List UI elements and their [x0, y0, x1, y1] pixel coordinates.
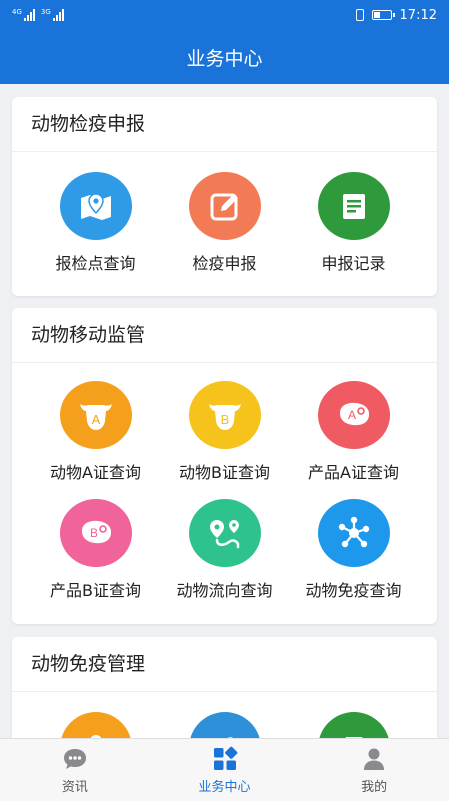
vibrate-icon [355, 9, 364, 21]
svg-text:A: A [91, 412, 100, 427]
edit-icon [188, 172, 261, 240]
section-title: 动物移动监管 [12, 308, 437, 363]
tile-label: 产品A证查询 [308, 463, 399, 482]
tile-declaration-records[interactable]: 申报记录 [283, 156, 424, 274]
tile-label: 动物B证查询 [179, 463, 270, 482]
signal-3g-icon: 3G [41, 9, 64, 21]
tab-label: 业务中心 [198, 780, 251, 795]
user-icon [364, 748, 385, 770]
cow-a-icon: A [59, 381, 132, 449]
tile-product-cert-a-query[interactable]: A 产品A证查询 [283, 365, 424, 483]
tab-label: 资讯 [61, 780, 88, 795]
tile-immunity-item-1[interactable] [25, 696, 166, 738]
battery-icon [371, 10, 395, 20]
molecule-icon [317, 499, 390, 567]
tile-label: 动物A证查询 [50, 463, 141, 482]
content-area[interactable]: 动物检疫申报 报检点查询 检疫申报 申报记录 动物移动监管 A 动物A证查询 B… [0, 84, 449, 738]
meat-b-icon: B [59, 499, 132, 567]
tile-animal-flow-query[interactable]: 动物流向查询 [154, 483, 295, 601]
signal-indicators: 4G 3G [12, 9, 64, 21]
svg-text:A: A [347, 408, 355, 422]
section-title: 动物检疫申报 [12, 97, 437, 152]
tile-label: 动物免疫查询 [305, 581, 402, 600]
tile-label: 动物流向查询 [176, 581, 273, 600]
title-bar: 业务中心 [0, 30, 449, 84]
tile-quarantine-declare[interactable]: 检疫申报 [154, 156, 295, 274]
map-pin-icon [59, 172, 132, 240]
partial-icon-green [317, 712, 390, 738]
tab-news[interactable]: 资讯 [0, 739, 150, 801]
tile-label: 产品B证查询 [50, 581, 141, 600]
tile-label: 检疫申报 [192, 254, 257, 273]
grid-apps-icon [213, 746, 237, 770]
document-icon [317, 172, 390, 240]
tab-mine[interactable]: 我的 [299, 739, 449, 801]
cow-b-icon: B [188, 381, 261, 449]
meat-a-icon: A [317, 381, 390, 449]
tile-immunity-item-2[interactable] [154, 696, 295, 738]
tile-label: 报检点查询 [55, 254, 136, 273]
section-quarantine-declaration: 动物检疫申报 报检点查询 检疫申报 申报记录 [12, 97, 437, 296]
status-bar: 4G 3G 17:12 [0, 0, 449, 30]
section-animal-immunity-management: 动物免疫管理 [12, 637, 437, 738]
partial-icon-orange [59, 712, 132, 738]
signal-4g-icon: 4G [12, 9, 35, 21]
tab-business-center[interactable]: 业务中心 [150, 739, 300, 801]
tile-animal-cert-a-query[interactable]: A 动物A证查询 [25, 365, 166, 483]
section-animal-movement-supervision: 动物移动监管 A 动物A证查询 B 动物B证查询 A 产品A证查询 B 产品B证… [12, 308, 437, 624]
tile-animal-immunity-query[interactable]: 动物免疫查询 [283, 483, 424, 601]
tile-inspection-point-query[interactable]: 报检点查询 [25, 156, 166, 274]
bottom-tab-bar: 资讯 业务中心 我的 [0, 738, 449, 801]
route-icon [188, 499, 261, 567]
section-title: 动物免疫管理 [12, 637, 437, 692]
partial-icon-blue [188, 712, 261, 738]
tile-label: 申报记录 [321, 254, 386, 273]
tile-product-cert-b-query[interactable]: B 产品B证查询 [25, 483, 166, 601]
tile-immunity-item-3[interactable] [283, 696, 424, 738]
svg-text:B: B [220, 412, 229, 427]
chat-bubble-icon [63, 749, 86, 769]
clock: 17:12 [399, 7, 437, 23]
svg-text:B: B [89, 526, 97, 540]
page-title: 业务中心 [186, 47, 263, 70]
tile-animal-cert-b-query[interactable]: B 动物B证查询 [154, 365, 295, 483]
tab-label: 我的 [361, 780, 388, 795]
